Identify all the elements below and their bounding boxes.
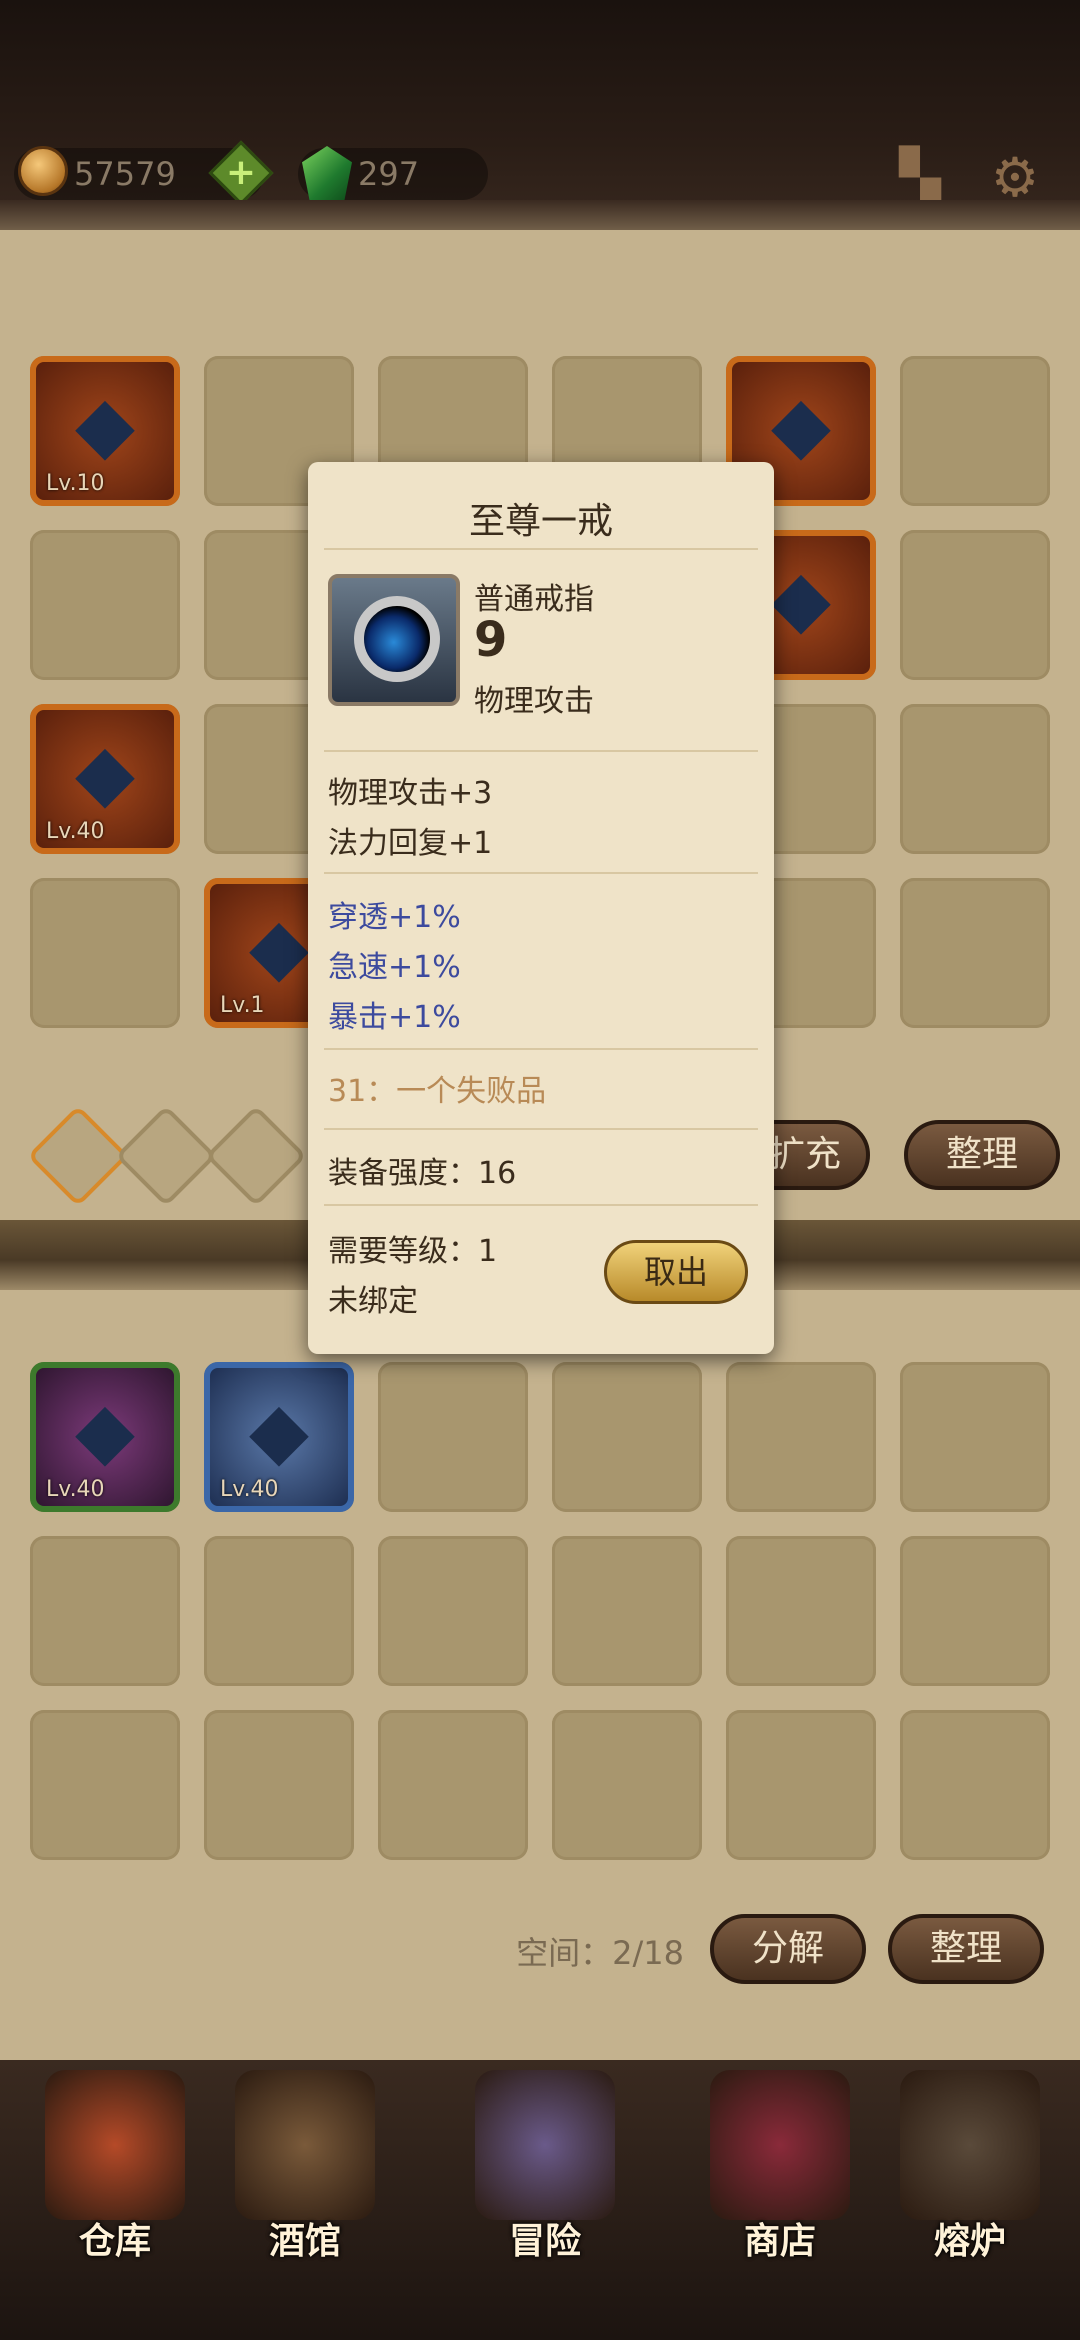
flavor-text: 31：一个失败品 [328, 1074, 547, 1109]
bonus-stat: 暴击+1% [328, 1000, 461, 1035]
space-value: 2/18 [612, 1934, 684, 1972]
inventory-slot[interactable] [900, 704, 1050, 854]
gold-value: 57579 [74, 155, 176, 193]
bonus-stat: 急速+1% [328, 950, 461, 985]
inventory-slot[interactable] [552, 1362, 702, 1512]
bag-icon: ◆ [75, 728, 135, 818]
nav-adventure[interactable]: 冒险 [450, 2050, 640, 2280]
ring-icon [328, 574, 460, 706]
inventory-slot[interactable] [30, 530, 180, 680]
sort-warehouse-button[interactable]: 整理 [904, 1120, 1060, 1190]
inventory-slot[interactable] [378, 1362, 528, 1512]
divider [324, 1128, 758, 1130]
plus-icon: + [225, 152, 257, 193]
space-label: 空间： [516, 1934, 613, 1972]
nav-furnace[interactable]: 熔炉 [875, 2050, 1065, 2280]
inventory-item[interactable]: ◆ Lv.40 [30, 1362, 180, 1512]
inventory-slot[interactable] [204, 1536, 354, 1686]
inventory-slot[interactable] [726, 1362, 876, 1512]
inventory-slot[interactable] [30, 878, 180, 1028]
book-button[interactable]: ▚ [890, 148, 950, 208]
nav-warehouse[interactable]: 仓库 [20, 2050, 210, 2280]
warehouse-icon [45, 2070, 185, 2220]
inventory-slot[interactable] [900, 356, 1050, 506]
item-level: Lv.10 [46, 471, 105, 496]
nav-label: 仓库 [78, 2221, 151, 2262]
inventory-slot[interactable] [30, 1536, 180, 1686]
wizard-hat-icon: ◆ [75, 1386, 135, 1476]
sort-warehouse-label: 整理 [945, 1134, 1018, 1175]
inventory-slot[interactable] [552, 1710, 702, 1860]
divider [324, 548, 758, 550]
inventory-slot[interactable] [900, 1362, 1050, 1512]
adventure-icon [475, 2070, 615, 2220]
nav-label: 商店 [743, 2221, 816, 2262]
inventory-item[interactable]: ◆ Lv.40 [204, 1362, 354, 1512]
divider [324, 1204, 758, 1206]
base-stat: 法力回复+1 [328, 826, 493, 861]
take-out-button[interactable]: 取出 [604, 1240, 748, 1304]
item-name: 至尊一戒 [468, 501, 613, 542]
furnace-icon [900, 2070, 1040, 2220]
item-level: Lv.40 [220, 1477, 279, 1502]
take-out-label: 取出 [643, 1253, 708, 1291]
game-screen: 57579 + 297 ▚ ⚙ ◆Lv.10◆20◆30◆Lv.40◆Lv.1 … [0, 0, 1080, 2340]
inventory-item[interactable]: ◆ Lv.10 [30, 356, 180, 506]
nav-label: 冒险 [508, 2221, 581, 2262]
sort-bag-button[interactable]: 整理 [888, 1914, 1044, 1984]
sword-icon: ◆ [75, 380, 135, 470]
decompose-label: 分解 [751, 1928, 824, 1969]
item-value: 9 [474, 612, 508, 668]
required-level: 需要等级：1 [328, 1234, 498, 1269]
divider [324, 1048, 758, 1050]
item-level: Lv.1 [220, 993, 265, 1018]
bonus-stat: 穿透+1% [328, 900, 461, 935]
inventory-slot[interactable] [726, 1536, 876, 1686]
item-tooltip: 至尊一戒 普通戒指 9 物理攻击 物理攻击+3 法力回复+1 穿透+1% 急速+… [308, 462, 774, 1354]
space-indicator: 空间：2/18 [516, 1928, 684, 1974]
inventory-slot[interactable] [552, 1536, 702, 1686]
shop-icon [710, 2070, 850, 2220]
inventory-slot[interactable] [378, 1536, 528, 1686]
expand-label: 扩充 [768, 1134, 841, 1175]
divider [324, 750, 758, 752]
coin-icon [18, 146, 68, 196]
nav-tavern[interactable]: 酒馆 [210, 2050, 400, 2280]
inventory-slot[interactable] [900, 1710, 1050, 1860]
divider [324, 872, 758, 874]
inventory-slot[interactable] [900, 878, 1050, 1028]
bind-status: 未绑定 [328, 1284, 418, 1319]
nav-label: 酒馆 [268, 2221, 341, 2262]
sort-bag-label: 整理 [929, 1928, 1002, 1969]
nav-shop[interactable]: 商店 [685, 2050, 875, 2280]
inventory-slot[interactable] [378, 1710, 528, 1860]
item-level: Lv.40 [46, 819, 105, 844]
gem-value: 297 [358, 155, 420, 193]
item-level: Lv.40 [46, 1477, 105, 1502]
inventory-slot[interactable] [204, 1710, 354, 1860]
shield-icon: ◆ [771, 380, 831, 470]
gauntlet-icon: ◆ [249, 1386, 309, 1476]
nav-label: 熔炉 [933, 2221, 1006, 2262]
base-stat: 物理攻击+3 [328, 776, 493, 811]
settings-button[interactable]: ⚙ [985, 148, 1045, 208]
inventory-slot[interactable] [726, 1710, 876, 1860]
inventory-slot[interactable] [900, 1536, 1050, 1686]
equipment-strength: 装备强度：16 [328, 1156, 517, 1191]
tavern-icon [235, 2070, 375, 2220]
inventory-slot[interactable] [30, 1710, 180, 1860]
item-stat: 物理攻击 [474, 684, 594, 719]
inventory-item[interactable]: ◆ Lv.40 [30, 704, 180, 854]
decompose-button[interactable]: 分解 [710, 1914, 866, 1984]
inventory-slot[interactable] [900, 530, 1050, 680]
